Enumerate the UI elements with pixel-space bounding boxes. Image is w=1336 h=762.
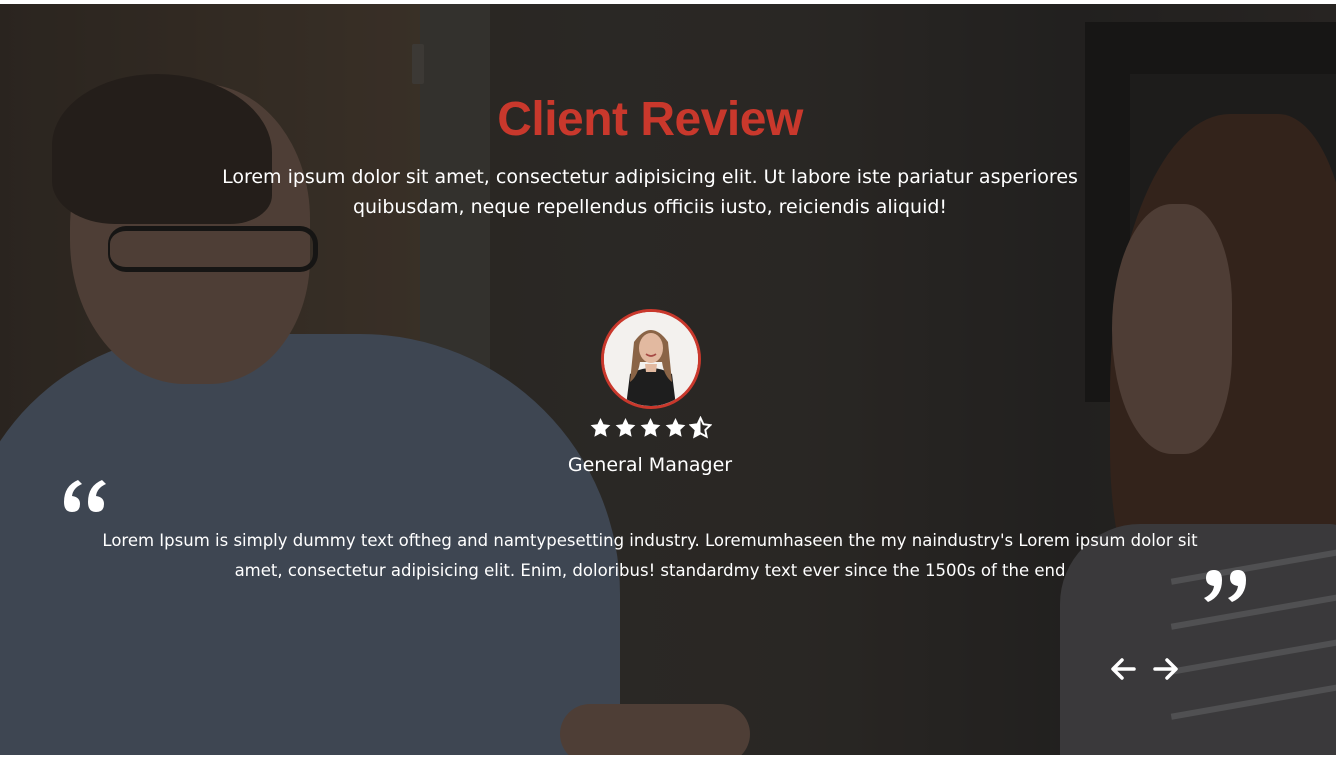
star-icon	[615, 417, 635, 437]
prev-slide-button[interactable]	[1108, 654, 1138, 684]
quote-close-icon	[1192, 564, 1252, 614]
quote-open-icon	[58, 474, 118, 524]
testimonial-section: Client Review Lorem ipsum dolor sit amet…	[0, 4, 1336, 755]
section-subtitle: Lorem ipsum dolor sit amet, consectetur …	[222, 166, 1078, 218]
client-avatar	[601, 309, 701, 409]
star-icon	[590, 417, 610, 437]
review-text: Lorem Ipsum is simply dummy text oftheg …	[102, 531, 1198, 580]
star-icon	[640, 417, 660, 437]
star-icon	[665, 417, 685, 437]
star-half-icon	[688, 416, 712, 439]
testimonial-content: Client Review Lorem ipsum dolor sit amet…	[0, 4, 1336, 755]
arrow-left-icon	[1111, 658, 1136, 680]
next-slide-button[interactable]	[1151, 654, 1181, 684]
star-rating	[588, 416, 712, 444]
section-title: Client Review	[497, 93, 803, 146]
client-role: General Manager	[567, 454, 733, 476]
arrow-right-icon	[1153, 658, 1178, 680]
